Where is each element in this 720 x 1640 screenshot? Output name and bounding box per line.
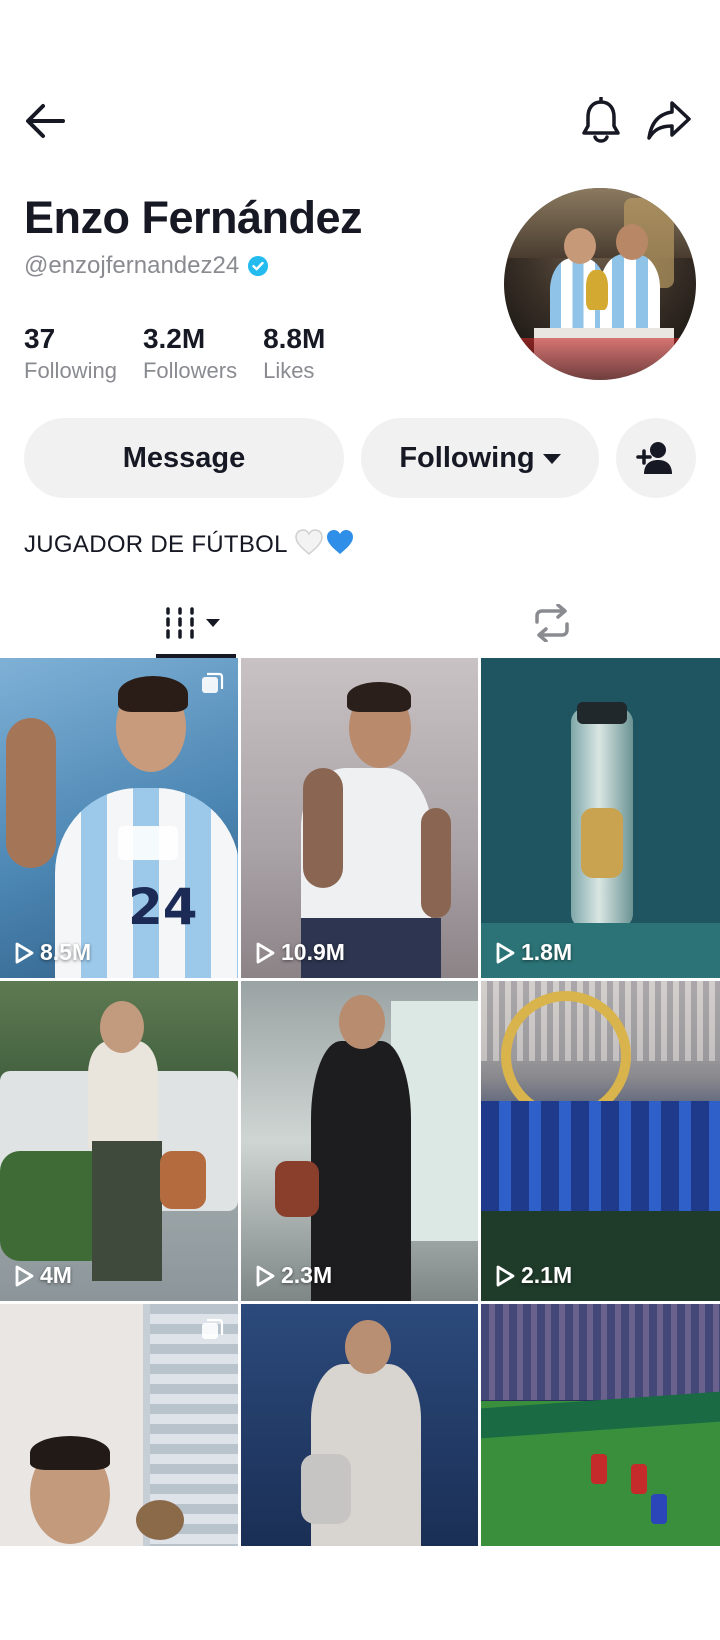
stats-row: 37 Following 3.2M Followers 8.8M Likes	[24, 322, 351, 386]
likes-label: Likes	[263, 358, 315, 383]
avatar[interactable]	[504, 188, 696, 380]
handle-row: @enzojfernandez24	[24, 252, 269, 280]
thumb-trophy-print	[581, 808, 623, 878]
following-label: Following	[24, 358, 117, 383]
view-count-text: 2.3M	[281, 1262, 333, 1288]
thumb-face	[100, 1001, 144, 1053]
add-friend-button[interactable]	[616, 418, 696, 498]
followers-label: Followers	[142, 358, 238, 383]
message-button[interactable]: Message	[24, 418, 344, 498]
verified-badge-icon	[248, 256, 269, 276]
following-count: 37	[24, 323, 56, 354]
play-icon	[496, 942, 515, 963]
following-button-label: Following	[399, 441, 535, 474]
thumb-hair	[118, 676, 188, 712]
video-tile[interactable]: 2.1M	[481, 981, 720, 1301]
thumb-bag	[160, 1151, 206, 1209]
tab-reposts[interactable]	[384, 588, 720, 658]
thumb-stands	[481, 1304, 720, 1400]
likes-count: 8.8M	[263, 323, 326, 354]
thumb-hair	[347, 682, 411, 712]
view-count: 2.1M	[495, 1262, 572, 1289]
bell-icon	[582, 97, 620, 143]
multi-clip-icon	[202, 672, 224, 693]
avatar-trophy	[586, 270, 608, 310]
thumb-team	[481, 1101, 720, 1211]
message-button-label: Message	[122, 441, 246, 474]
multi-clip-icon	[202, 1318, 224, 1339]
following-button[interactable]: Following	[361, 418, 599, 498]
thumb-can-cap	[577, 702, 627, 724]
thumb-arm-right	[421, 808, 451, 918]
thumb-number: 24	[128, 878, 198, 936]
video-tile[interactable]	[241, 1304, 478, 1546]
bio: JUGADOR DE FÚTBOL	[24, 528, 356, 563]
video-tile[interactable]: 1.8M	[481, 658, 720, 978]
stat-likes[interactable]: 8.8M Likes	[263, 322, 325, 386]
add-user-icon	[636, 442, 672, 474]
thumb-face	[345, 1320, 391, 1374]
play-icon	[496, 1265, 515, 1286]
video-tile[interactable]	[0, 1304, 238, 1546]
stat-followers[interactable]: 3.2M Followers	[143, 322, 237, 386]
tab-chevron-down-icon	[206, 619, 220, 627]
view-count-text: 10.9M	[281, 939, 345, 965]
share-button[interactable]	[643, 94, 695, 146]
avatar-player-right	[600, 254, 660, 338]
view-count-text: 1.8M	[521, 939, 573, 965]
followers-count: 3.2M	[142, 323, 206, 354]
repost-icon	[535, 604, 569, 642]
thumb-arm	[6, 718, 56, 868]
video-tile[interactable]: 4M	[0, 981, 238, 1301]
thumb-player-red	[591, 1454, 607, 1484]
video-tile[interactable]: 2.3M	[241, 981, 478, 1301]
video-tile[interactable]	[481, 1304, 720, 1546]
thumb-bag	[301, 1454, 351, 1524]
video-tile[interactable]: 10.9M	[241, 658, 478, 978]
avatar-bench	[504, 338, 696, 380]
thumb-player-blue	[651, 1494, 667, 1524]
view-count-text: 2.1M	[521, 1262, 573, 1288]
thumb-arm	[303, 768, 343, 888]
back-button[interactable]	[20, 96, 70, 146]
avatar-head-right	[616, 224, 648, 260]
thumb-tank	[88, 1041, 158, 1151]
grid-icon	[166, 607, 194, 639]
view-count: 1.8M	[495, 939, 572, 966]
play-icon	[256, 1265, 275, 1286]
video-tile[interactable]: 24 8.5M	[0, 658, 238, 978]
back-arrow-icon	[26, 104, 65, 138]
view-count: 2.3M	[255, 1262, 332, 1289]
tab-videos[interactable]	[0, 588, 384, 658]
profile-tabs	[0, 588, 720, 658]
chevron-down-icon	[542, 454, 561, 464]
profile-handle: @enzojfernandez24	[24, 252, 240, 279]
thumb-mate	[136, 1500, 184, 1540]
play-icon	[256, 942, 275, 963]
profile-name: Enzo Fernández	[24, 192, 363, 243]
play-icon	[15, 942, 34, 963]
thumb-face	[339, 995, 385, 1049]
stat-following[interactable]: 37 Following	[24, 322, 117, 386]
avatar-head-left	[564, 228, 596, 264]
bio-text: JUGADOR DE FÚTBOL	[24, 530, 287, 558]
heart-emoji	[294, 528, 356, 563]
thumb-collar	[118, 826, 178, 860]
view-count: 4M	[14, 1262, 72, 1289]
thumb-hair	[30, 1436, 110, 1470]
view-count-text: 8.5M	[40, 939, 92, 965]
view-count: 10.9M	[255, 939, 345, 966]
thumb-pants	[92, 1141, 162, 1281]
view-count: 8.5M	[14, 939, 91, 966]
notifications-button[interactable]	[575, 94, 627, 146]
thumb-player-red2	[631, 1464, 647, 1494]
share-icon	[647, 101, 691, 140]
view-count-text: 4M	[40, 1262, 72, 1288]
top-bar	[0, 80, 720, 160]
thumb-bag	[275, 1161, 319, 1217]
play-icon	[15, 1265, 34, 1286]
